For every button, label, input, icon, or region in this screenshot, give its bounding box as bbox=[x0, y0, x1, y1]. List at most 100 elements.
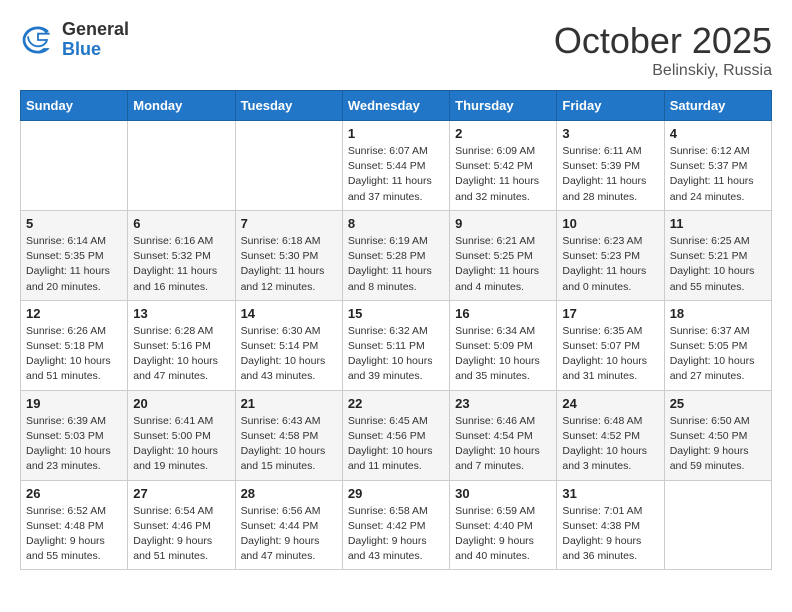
day-number: 25 bbox=[670, 396, 766, 411]
day-cell: 2Sunrise: 6:09 AM Sunset: 5:42 PM Daylig… bbox=[450, 121, 557, 211]
day-number: 4 bbox=[670, 126, 766, 141]
day-number: 17 bbox=[562, 306, 658, 321]
day-number: 12 bbox=[26, 306, 122, 321]
weekday-sunday: Sunday bbox=[21, 91, 128, 121]
week-row-5: 26 Sunrise: 6:52 AM Sunset: 4:48 PM Dayli… bbox=[21, 480, 772, 570]
day-info: Sunrise: 6:11 AM Sunset: 5:39 PM Dayligh… bbox=[562, 144, 658, 205]
day-number: 31 bbox=[562, 486, 658, 501]
weekday-thursday: Thursday bbox=[450, 91, 557, 121]
day-info: Sunrise: 6:32 AM Sunset: 5:11 PM Dayligh… bbox=[348, 324, 444, 385]
day-info: Sunrise: 6:09 AM Sunset: 5:42 PM Dayligh… bbox=[455, 144, 551, 205]
day-cell bbox=[21, 121, 128, 211]
day-number: 21 bbox=[241, 396, 337, 411]
day-number: 18 bbox=[670, 306, 766, 321]
week-row-2: 5 Sunrise: 6:14 AM Sunset: 5:35 PM Daylig… bbox=[21, 210, 772, 300]
day-number: 30 bbox=[455, 486, 551, 501]
day-info: Sunrise: 6:54 AM Sunset: 4:46 PM Dayligh… bbox=[133, 504, 229, 565]
day-number: 6 bbox=[133, 216, 229, 231]
day-number: 15 bbox=[348, 306, 444, 321]
day-cell: 9 Sunrise: 6:21 AM Sunset: 5:25 PM Daylig… bbox=[450, 210, 557, 300]
day-info: Sunrise: 6:14 AM Sunset: 5:35 PM Dayligh… bbox=[26, 234, 122, 295]
day-info: Sunrise: 7:01 AM Sunset: 4:38 PM Dayligh… bbox=[562, 504, 658, 565]
day-cell: 8 Sunrise: 6:19 AM Sunset: 5:28 PM Daylig… bbox=[342, 210, 449, 300]
day-number: 26 bbox=[26, 486, 122, 501]
logo-general-label: General bbox=[62, 20, 129, 40]
day-info: Sunrise: 6:07 AM Sunset: 5:44 PM Dayligh… bbox=[348, 144, 444, 205]
logo: General Blue bbox=[20, 20, 129, 60]
day-info: Sunrise: 6:59 AM Sunset: 4:40 PM Dayligh… bbox=[455, 504, 551, 565]
day-number: 29 bbox=[348, 486, 444, 501]
day-cell: 24 Sunrise: 6:48 AM Sunset: 4:52 PM Dayli… bbox=[557, 390, 664, 480]
day-number: 13 bbox=[133, 306, 229, 321]
day-cell: 30 Sunrise: 6:59 AM Sunset: 4:40 PM Dayli… bbox=[450, 480, 557, 570]
weekday-saturday: Saturday bbox=[664, 91, 771, 121]
day-info: Sunrise: 6:39 AM Sunset: 5:03 PM Dayligh… bbox=[26, 414, 122, 475]
day-cell: 11Sunrise: 6:25 AM Sunset: 5:21 PM Dayli… bbox=[664, 210, 771, 300]
day-info: Sunrise: 6:46 AM Sunset: 4:54 PM Dayligh… bbox=[455, 414, 551, 475]
day-cell: 1Sunrise: 6:07 AM Sunset: 5:44 PM Daylig… bbox=[342, 121, 449, 211]
day-cell: 23Sunrise: 6:46 AM Sunset: 4:54 PM Dayli… bbox=[450, 390, 557, 480]
day-info: Sunrise: 6:30 AM Sunset: 5:14 PM Dayligh… bbox=[241, 324, 337, 385]
weekday-header-row: SundayMondayTuesdayWednesdayThursdayFrid… bbox=[21, 91, 772, 121]
day-info: Sunrise: 6:43 AM Sunset: 4:58 PM Dayligh… bbox=[241, 414, 337, 475]
calendar-table: SundayMondayTuesdayWednesdayThursdayFrid… bbox=[20, 90, 772, 570]
header: General Blue October 2025 Belinskiy, Rus… bbox=[20, 20, 772, 80]
day-cell: 27 Sunrise: 6:54 AM Sunset: 4:46 PM Dayli… bbox=[128, 480, 235, 570]
day-number: 14 bbox=[241, 306, 337, 321]
day-cell: 22Sunrise: 6:45 AM Sunset: 4:56 PM Dayli… bbox=[342, 390, 449, 480]
logo-blue-label: Blue bbox=[62, 40, 129, 60]
day-info: Sunrise: 6:12 AM Sunset: 5:37 PM Dayligh… bbox=[670, 144, 766, 205]
day-info: Sunrise: 6:21 AM Sunset: 5:25 PM Dayligh… bbox=[455, 234, 551, 295]
day-cell: 29Sunrise: 6:58 AM Sunset: 4:42 PM Dayli… bbox=[342, 480, 449, 570]
day-info: Sunrise: 6:18 AM Sunset: 5:30 PM Dayligh… bbox=[241, 234, 337, 295]
day-number: 27 bbox=[133, 486, 229, 501]
day-cell: 19 Sunrise: 6:39 AM Sunset: 5:03 PM Dayli… bbox=[21, 390, 128, 480]
day-info: Sunrise: 6:26 AM Sunset: 5:18 PM Dayligh… bbox=[26, 324, 122, 385]
day-info: Sunrise: 6:28 AM Sunset: 5:16 PM Dayligh… bbox=[133, 324, 229, 385]
day-number: 28 bbox=[241, 486, 337, 501]
day-info: Sunrise: 6:34 AM Sunset: 5:09 PM Dayligh… bbox=[455, 324, 551, 385]
day-info: Sunrise: 6:48 AM Sunset: 4:52 PM Dayligh… bbox=[562, 414, 658, 475]
calendar-subtitle: Belinskiy, Russia bbox=[554, 62, 772, 80]
day-number: 19 bbox=[26, 396, 122, 411]
day-cell: 4 Sunrise: 6:12 AM Sunset: 5:37 PM Daylig… bbox=[664, 121, 771, 211]
day-info: Sunrise: 6:19 AM Sunset: 5:28 PM Dayligh… bbox=[348, 234, 444, 295]
day-info: Sunrise: 6:50 AM Sunset: 4:50 PM Dayligh… bbox=[670, 414, 766, 475]
day-info: Sunrise: 6:35 AM Sunset: 5:07 PM Dayligh… bbox=[562, 324, 658, 385]
day-cell: 5 Sunrise: 6:14 AM Sunset: 5:35 PM Daylig… bbox=[21, 210, 128, 300]
day-number: 9 bbox=[455, 216, 551, 231]
day-cell: 3Sunrise: 6:11 AM Sunset: 5:39 PM Daylig… bbox=[557, 121, 664, 211]
day-info: Sunrise: 6:56 AM Sunset: 4:44 PM Dayligh… bbox=[241, 504, 337, 565]
day-cell: 17 Sunrise: 6:35 AM Sunset: 5:07 PM Dayli… bbox=[557, 300, 664, 390]
calendar-title: October 2025 bbox=[554, 20, 772, 62]
day-info: Sunrise: 6:52 AM Sunset: 4:48 PM Dayligh… bbox=[26, 504, 122, 565]
weekday-friday: Friday bbox=[557, 91, 664, 121]
day-cell: 13 Sunrise: 6:28 AM Sunset: 5:16 PM Dayli… bbox=[128, 300, 235, 390]
day-info: Sunrise: 6:37 AM Sunset: 5:05 PM Dayligh… bbox=[670, 324, 766, 385]
day-cell: 26 Sunrise: 6:52 AM Sunset: 4:48 PM Dayli… bbox=[21, 480, 128, 570]
day-info: Sunrise: 6:16 AM Sunset: 5:32 PM Dayligh… bbox=[133, 234, 229, 295]
week-row-3: 12 Sunrise: 6:26 AM Sunset: 5:18 PM Dayli… bbox=[21, 300, 772, 390]
weekday-monday: Monday bbox=[128, 91, 235, 121]
day-cell: 28 Sunrise: 6:56 AM Sunset: 4:44 PM Dayli… bbox=[235, 480, 342, 570]
day-number: 8 bbox=[348, 216, 444, 231]
day-number: 24 bbox=[562, 396, 658, 411]
day-number: 16 bbox=[455, 306, 551, 321]
day-number: 10 bbox=[562, 216, 658, 231]
day-info: Sunrise: 6:25 AM Sunset: 5:21 PM Dayligh… bbox=[670, 234, 766, 295]
day-cell: 25 Sunrise: 6:50 AM Sunset: 4:50 PM Dayli… bbox=[664, 390, 771, 480]
logo-icon bbox=[20, 22, 56, 58]
week-row-1: 1Sunrise: 6:07 AM Sunset: 5:44 PM Daylig… bbox=[21, 121, 772, 211]
day-cell: 6 Sunrise: 6:16 AM Sunset: 5:32 PM Daylig… bbox=[128, 210, 235, 300]
day-info: Sunrise: 6:23 AM Sunset: 5:23 PM Dayligh… bbox=[562, 234, 658, 295]
day-number: 5 bbox=[26, 216, 122, 231]
day-cell: 7 Sunrise: 6:18 AM Sunset: 5:30 PM Daylig… bbox=[235, 210, 342, 300]
day-cell: 15 Sunrise: 6:32 AM Sunset: 5:11 PM Dayli… bbox=[342, 300, 449, 390]
day-cell bbox=[235, 121, 342, 211]
day-cell: 18 Sunrise: 6:37 AM Sunset: 5:05 PM Dayli… bbox=[664, 300, 771, 390]
day-cell: 20Sunrise: 6:41 AM Sunset: 5:00 PM Dayli… bbox=[128, 390, 235, 480]
day-cell: 12 Sunrise: 6:26 AM Sunset: 5:18 PM Dayli… bbox=[21, 300, 128, 390]
day-number: 7 bbox=[241, 216, 337, 231]
day-cell: 16 Sunrise: 6:34 AM Sunset: 5:09 PM Dayli… bbox=[450, 300, 557, 390]
day-cell: 21 Sunrise: 6:43 AM Sunset: 4:58 PM Dayli… bbox=[235, 390, 342, 480]
